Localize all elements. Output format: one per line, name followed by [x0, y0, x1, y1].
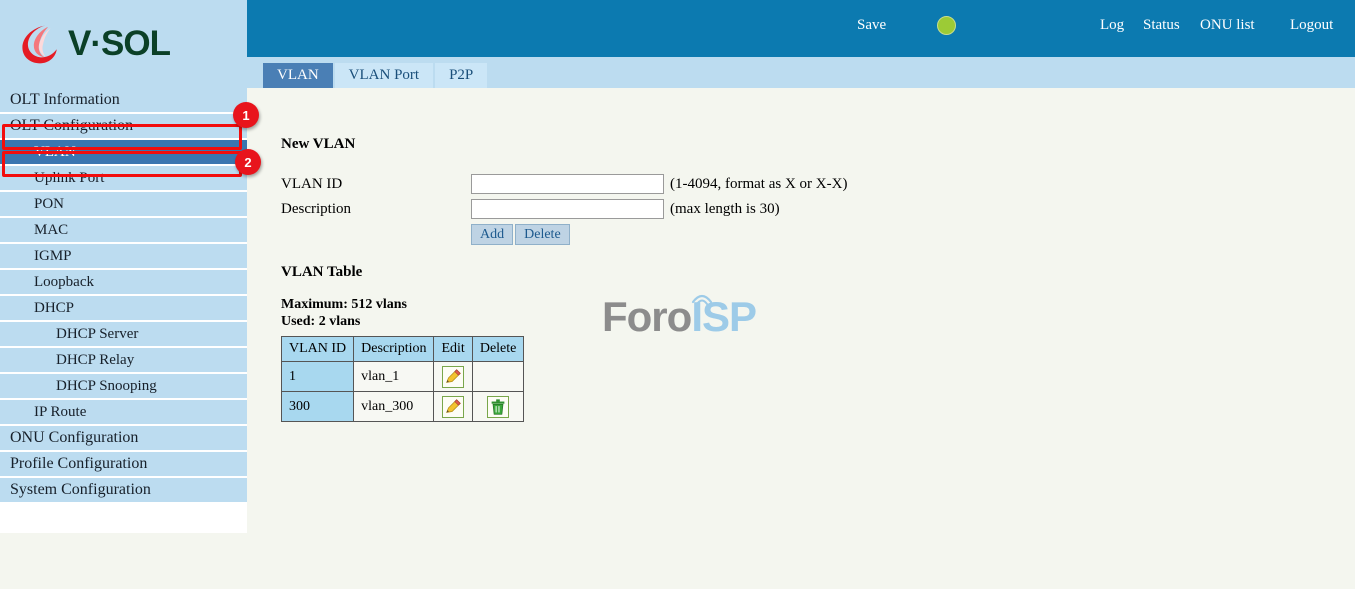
- vlan-table-heading: VLAN Table: [281, 264, 363, 280]
- cell-description: vlan_1: [353, 361, 435, 392]
- sidebar-item-pon[interactable]: PON: [0, 192, 247, 218]
- sidebar-item-mac[interactable]: MAC: [0, 218, 247, 244]
- annotation-badge-1: 1: [233, 102, 259, 128]
- logo-wrap: V·SOL: [0, 22, 171, 66]
- cell-description: vlan_300: [353, 391, 435, 422]
- sidebar-item-dhcp-relay[interactable]: DHCP Relay: [0, 348, 247, 374]
- cell-vlan-id: 300: [280, 391, 355, 422]
- vlan-counts: Maximum: 512 vlans Used: 2 vlans: [281, 296, 407, 330]
- sidebar-nav: OLT Information OLT Configuration VLAN Upli…: [0, 88, 247, 533]
- sidebar-item-label: IP Route: [34, 403, 87, 420]
- used-vlans-text: Used: 2 vlans: [281, 314, 361, 329]
- sidebar-item-dhcp-server[interactable]: DHCP Server: [0, 322, 247, 348]
- page-root: V·SOL Save Log Status ONU list Logout OL…: [0, 0, 1355, 589]
- sidebar-item-label: DHCP: [34, 299, 75, 316]
- sidebar-item-ip-route[interactable]: IP Route: [0, 400, 247, 426]
- watermark-primary-text: Foro: [602, 293, 692, 340]
- nav-onu-list-link[interactable]: ONU list: [1200, 17, 1255, 34]
- sidebar-item-system-configuration[interactable]: System Configuration: [0, 478, 247, 504]
- description-input[interactable]: [471, 199, 664, 219]
- tab-label: VLAN Port: [348, 67, 420, 83]
- tab-p2p[interactable]: P2P: [435, 63, 490, 88]
- sidebar-item-profile-configuration[interactable]: Profile Configuration: [0, 452, 247, 478]
- sidebar-item-uplink-port[interactable]: Uplink Port: [0, 166, 247, 192]
- cell-delete: [471, 361, 525, 392]
- sidebar-item-igmp[interactable]: IGMP: [0, 244, 247, 270]
- nav-status-link[interactable]: Status: [1143, 17, 1180, 34]
- tab-vlan[interactable]: VLAN: [263, 63, 335, 88]
- cell-edit: [433, 391, 473, 422]
- foroisp-watermark: ForoISP: [602, 293, 757, 340]
- add-button[interactable]: Add: [471, 224, 514, 245]
- sidebar-item-label: DHCP Relay: [56, 351, 135, 368]
- sidebar-item-label: OLT Information: [10, 91, 120, 108]
- sidebar-item-vlan[interactable]: VLAN: [0, 140, 247, 166]
- watermark-secondary-text: ISP: [691, 293, 757, 340]
- sidebar-item-label: Profile Configuration: [10, 455, 148, 472]
- column-header-delete: Delete: [471, 336, 525, 362]
- tab-label: VLAN: [277, 67, 319, 83]
- nav-log-link[interactable]: Log: [1100, 17, 1124, 34]
- brand-logo-area: V·SOL: [0, 0, 247, 88]
- sidebar-item-label: PON: [34, 195, 65, 212]
- vlan-id-label: VLAN ID: [281, 175, 343, 192]
- vlan-id-input[interactable]: [471, 174, 664, 194]
- vlan-panel: New VLAN VLAN ID (1-4094, format as X or…: [247, 88, 1355, 589]
- cell-vlan-id: 1: [280, 361, 355, 392]
- edit-pencil-icon[interactable]: [442, 395, 465, 418]
- vlan-id-row: VLAN ID (1-4094, format as X or X-X): [281, 173, 847, 195]
- sidebar-item-label: DHCP Snooping: [56, 377, 157, 394]
- table-row: 1 vlan_1: [280, 361, 525, 392]
- sidebar-item-label: IGMP: [34, 247, 72, 264]
- sidebar-item-onu-configuration[interactable]: ONU Configuration: [0, 426, 247, 452]
- column-header-description: Description: [353, 336, 435, 362]
- form-button-row: Add Delete: [471, 224, 570, 245]
- cell-edit: [433, 361, 473, 392]
- sidebar-item-dhcp[interactable]: DHCP: [0, 296, 247, 322]
- logo-text: V·SOL: [68, 24, 171, 63]
- cell-delete: [471, 391, 525, 422]
- vsol-flame-icon: [22, 25, 57, 64]
- sidebar-item-label: Loopback: [34, 273, 94, 290]
- save-button[interactable]: Save: [857, 17, 886, 34]
- tab-vlan-port[interactable]: VLAN Port: [334, 63, 436, 88]
- table-header-row: VLAN ID Description Edit Delete: [280, 336, 525, 362]
- logout-link[interactable]: Logout: [1290, 17, 1333, 34]
- sidebar-item-label: MAC: [34, 221, 69, 238]
- sidebar-item-label: Uplink Port: [34, 169, 105, 186]
- tab-strip: VLAN VLAN Port P2P: [247, 57, 1355, 88]
- new-vlan-heading: New VLAN: [281, 136, 356, 152]
- edit-pencil-icon[interactable]: [442, 365, 465, 388]
- content-area: VLAN VLAN Port P2P New VLAN VLAN ID (1-409…: [247, 57, 1355, 589]
- annotation-badge-2: 2: [235, 149, 261, 175]
- wifi-arc-icon: [691, 294, 713, 305]
- column-header-vlan-id: VLAN ID: [280, 336, 355, 362]
- vlan-table: VLAN ID Description Edit Delete 1 vlan_1 300 v…: [280, 336, 525, 422]
- sidebar-item-label: System Configuration: [10, 481, 151, 498]
- tab-label: P2P: [449, 67, 474, 83]
- description-row: Description (max length is 30): [281, 198, 780, 220]
- green-status-indicator: [937, 16, 956, 35]
- delete-button[interactable]: Delete: [515, 224, 570, 245]
- table-row: 300 vlan_300: [280, 391, 525, 422]
- description-label: Description: [281, 200, 351, 217]
- sidebar-item-olt-information[interactable]: OLT Information: [0, 88, 247, 114]
- maximum-vlans-text: Maximum: 512 vlans: [281, 297, 407, 312]
- top-header-bar: Save Log Status ONU list Logout: [247, 0, 1355, 57]
- sidebar-item-label: DHCP Server: [56, 325, 139, 342]
- sidebar-item-olt-configuration[interactable]: OLT Configuration: [0, 114, 247, 140]
- sidebar-item-label: VLAN: [34, 143, 76, 160]
- description-hint: (max length is 30): [670, 200, 780, 217]
- sidebar-item-loopback[interactable]: Loopback: [0, 270, 247, 296]
- vlan-id-hint: (1-4094, format as X or X-X): [670, 175, 848, 192]
- sidebar-item-dhcp-snooping[interactable]: DHCP Snooping: [0, 374, 247, 400]
- sidebar-item-label: OLT Configuration: [10, 117, 134, 134]
- table-body: 1 vlan_1 300 vlan_300: [280, 361, 525, 422]
- delete-trash-icon[interactable]: [487, 395, 510, 418]
- column-header-edit: Edit: [433, 336, 473, 362]
- sidebar-item-label: ONU Configuration: [10, 429, 139, 446]
